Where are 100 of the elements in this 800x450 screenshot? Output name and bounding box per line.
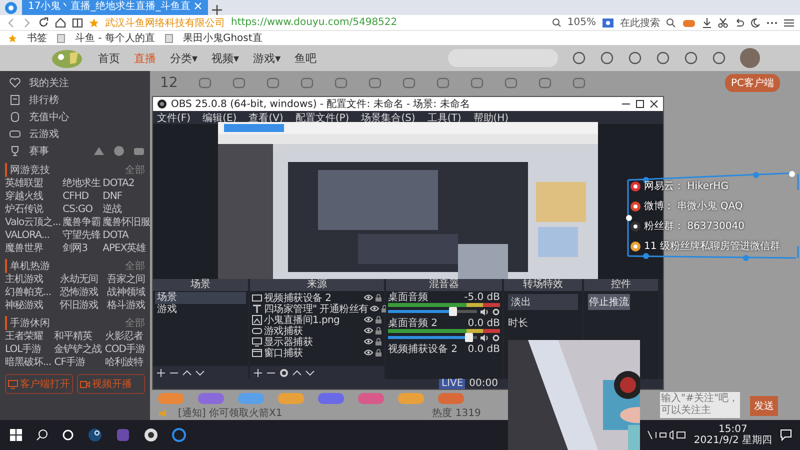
settings-icon[interactable]: [279, 368, 289, 378]
search-field[interactable]: 在此搜索: [620, 16, 660, 30]
new-tab-icon[interactable]: [212, 5, 222, 15]
category-link[interactable]: 恐怖游戏: [60, 287, 98, 299]
app-icon[interactable]: [116, 428, 130, 442]
obs-icon[interactable]: [144, 428, 158, 442]
category-link[interactable]: APEX英雄: [102, 243, 150, 255]
category-link[interactable]: 吾家之间: [106, 274, 145, 286]
up-icon[interactable]: [292, 368, 302, 378]
down-icon[interactable]: [195, 368, 205, 378]
sidebar-item[interactable]: 排行榜: [29, 93, 59, 107]
category-link[interactable]: 英雄联盟: [5, 178, 61, 190]
menu-item[interactable]: 文件(F): [157, 110, 191, 124]
category-link[interactable]: CF手游: [54, 357, 102, 369]
source-item[interactable]: 视频捕获设备 2: [264, 290, 362, 304]
maximize-icon[interactable]: [635, 99, 645, 109]
category-link[interactable]: 剑网3: [62, 243, 101, 255]
lock-icon[interactable]: [375, 326, 382, 334]
category-link[interactable]: 战神领域: [106, 287, 145, 299]
category-link[interactable]: 格斗游戏: [106, 300, 145, 312]
source-item[interactable]: 显示器捕获: [264, 334, 362, 348]
start-icon[interactable]: [10, 429, 22, 441]
category-link[interactable]: 怀旧游戏: [60, 300, 98, 312]
bookmark[interactable]: 斗鱼 - 每个人的直: [75, 31, 155, 45]
nav-link[interactable]: 分类▾: [170, 50, 198, 66]
pc-client-button[interactable]: PC客户端: [724, 74, 780, 92]
zoom-level[interactable]: 105%: [567, 17, 596, 28]
nav-link[interactable]: 首页: [98, 50, 120, 66]
avatar[interactable]: [740, 48, 760, 68]
sidebar-item[interactable]: 赛事: [29, 144, 49, 158]
menu-item[interactable]: 配置文件(P): [295, 110, 350, 124]
nav-link[interactable]: 游戏▾: [253, 50, 281, 66]
browser-icon[interactable]: [172, 428, 186, 442]
category-link[interactable]: 绝地求生: [62, 178, 101, 190]
stop-stream-button[interactable]: 停止推流: [588, 294, 630, 310]
category-link[interactable]: 暗黑破坏...: [5, 357, 52, 369]
search-icon[interactable]: [36, 429, 48, 441]
eye-icon[interactable]: [364, 327, 373, 334]
speaker-icon[interactable]: [480, 334, 489, 342]
lock-icon[interactable]: [375, 348, 382, 356]
reload-icon[interactable]: [38, 17, 49, 28]
category-link[interactable]: 永劫无间: [60, 274, 98, 286]
sidebar-item[interactable]: 充值中心: [29, 110, 69, 124]
menu-item[interactable]: 工具(T): [427, 110, 462, 124]
nav-link[interactable]: 鱼吧: [294, 50, 317, 66]
category-link[interactable]: 魔兽怀旧服: [102, 217, 150, 229]
more-icon[interactable]: [766, 20, 778, 24]
address-url[interactable]: https://www.douyu.com/5498522: [231, 17, 398, 28]
eye-icon[interactable]: [364, 316, 373, 323]
settings-icon[interactable]: [492, 308, 500, 316]
category-link[interactable]: 神秘游戏: [5, 300, 52, 312]
moon-icon[interactable]: [750, 18, 760, 28]
menu-item[interactable]: 场景集合(S): [361, 110, 416, 124]
star-icon[interactable]: [89, 18, 99, 28]
menu-item[interactable]: 编辑(E): [202, 110, 237, 124]
scene-item[interactable]: 场景: [155, 292, 246, 304]
category-link[interactable]: 幻兽帕克...: [5, 287, 52, 299]
scene-item[interactable]: 游戏: [155, 304, 246, 316]
eye-icon[interactable]: [364, 349, 373, 356]
category-link[interactable]: 哈利波特: [104, 357, 145, 369]
source-item[interactable]: 小鬼直播间1.png: [264, 312, 362, 326]
lock-icon[interactable]: [375, 338, 382, 346]
sidebar-item[interactable]: 我的关注: [29, 76, 69, 90]
add-icon[interactable]: [253, 368, 263, 378]
send-button[interactable]: 发送: [750, 396, 778, 416]
transition-select[interactable]: 淡出: [508, 294, 578, 310]
bookmark[interactable]: 书签: [27, 31, 47, 45]
close-icon[interactable]: [649, 99, 659, 109]
category-link[interactable]: Valo云顶之...: [5, 217, 61, 229]
menu-item[interactable]: 帮助(H): [473, 110, 509, 124]
speaker-icon[interactable]: [480, 308, 489, 316]
category-link[interactable]: 穿越火线: [5, 191, 61, 203]
lock-icon[interactable]: [375, 294, 382, 302]
home-icon[interactable]: [55, 17, 66, 28]
category-link[interactable]: 魔兽争霸: [62, 217, 101, 229]
volume-slider[interactable]: [388, 333, 477, 342]
volume-slider[interactable]: [388, 307, 477, 316]
category-link[interactable]: 主机游戏: [5, 274, 52, 286]
sidebar-item[interactable]: 云游戏: [29, 127, 59, 141]
notification-icon[interactable]: [780, 429, 792, 441]
category-link[interactable]: 金铲铲之战: [54, 344, 102, 356]
bookmark[interactable]: 果田小鬼Ghost直: [182, 31, 262, 45]
source-item[interactable]: 四场家管理" 开通粉丝有: [264, 302, 368, 316]
category-link[interactable]: VALORA...: [5, 230, 61, 242]
lock-icon[interactable]: [375, 316, 382, 324]
source-item[interactable]: 窗口捕获: [264, 346, 362, 360]
category-link[interactable]: 和平精英: [54, 331, 102, 343]
tray-icons[interactable]: [646, 430, 686, 440]
eye-icon[interactable]: [370, 305, 380, 312]
category-link[interactable]: DNF: [102, 191, 150, 203]
reader-icon[interactable]: [72, 17, 83, 28]
add-icon[interactable]: [156, 368, 166, 378]
category-link[interactable]: 火影忍者: [104, 331, 145, 343]
menu-icon[interactable]: [784, 18, 794, 26]
circle-icon[interactable]: [62, 429, 74, 441]
category-link[interactable]: DOTA: [102, 230, 150, 242]
undo-icon[interactable]: [734, 18, 744, 28]
category-link[interactable]: LOL手游: [5, 344, 52, 356]
category-link[interactable]: 逆战: [102, 204, 150, 216]
category-link[interactable]: 魔兽世界: [5, 243, 61, 255]
